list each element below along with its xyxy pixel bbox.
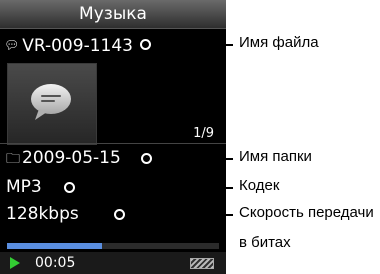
callout-leader-codec	[75, 187, 233, 189]
folder-icon: 🗀︎	[6, 151, 20, 167]
callout-bitrate-line2: в битах	[239, 234, 291, 251]
callout-leader-file	[151, 44, 233, 46]
progress-bar[interactable]	[7, 243, 219, 249]
folder-name-row: 🗀︎ 2009-05-15	[6, 147, 121, 170]
elapsed-time: 00:05	[35, 255, 76, 271]
codec: MP3	[6, 177, 42, 197]
speech-bubble-icon	[31, 84, 71, 120]
callout-marker-file	[140, 39, 151, 50]
info-divider	[0, 143, 226, 144]
battery-icon	[190, 258, 214, 269]
header-divider	[0, 28, 226, 29]
file-name: VR-009-1143	[22, 36, 133, 56]
callout-leader-bitrate	[125, 214, 233, 216]
progress-fill	[7, 243, 103, 249]
screen-title: Музыка	[0, 0, 226, 28]
callout-marker-folder	[141, 153, 152, 164]
callout-bitrate-line1: Скорость передачи	[239, 204, 374, 221]
callout-folder-name: Имя папки	[239, 148, 312, 165]
player-screen: Музыка 💬︎ VR-009-1143 1/9 🗀︎ 2009-05-15 MP…	[0, 0, 226, 274]
status-bar: 00:05	[0, 252, 226, 274]
play-icon	[10, 257, 20, 269]
callout-leader-folder	[152, 158, 233, 160]
speech-bubble-icon: 💬︎	[4, 38, 20, 52]
callout-file-name: Имя файла	[239, 34, 319, 51]
callout-marker-codec	[64, 182, 75, 193]
album-art	[7, 63, 97, 145]
folder-name: 2009-05-15	[22, 148, 121, 168]
callout-marker-bitrate	[114, 209, 125, 220]
callout-codec: Кодек	[239, 177, 280, 194]
bitrate: 128kbps	[6, 204, 79, 224]
file-name-row: 💬︎ VR-009-1143	[4, 33, 133, 57]
track-counter: 1/9	[193, 126, 214, 141]
